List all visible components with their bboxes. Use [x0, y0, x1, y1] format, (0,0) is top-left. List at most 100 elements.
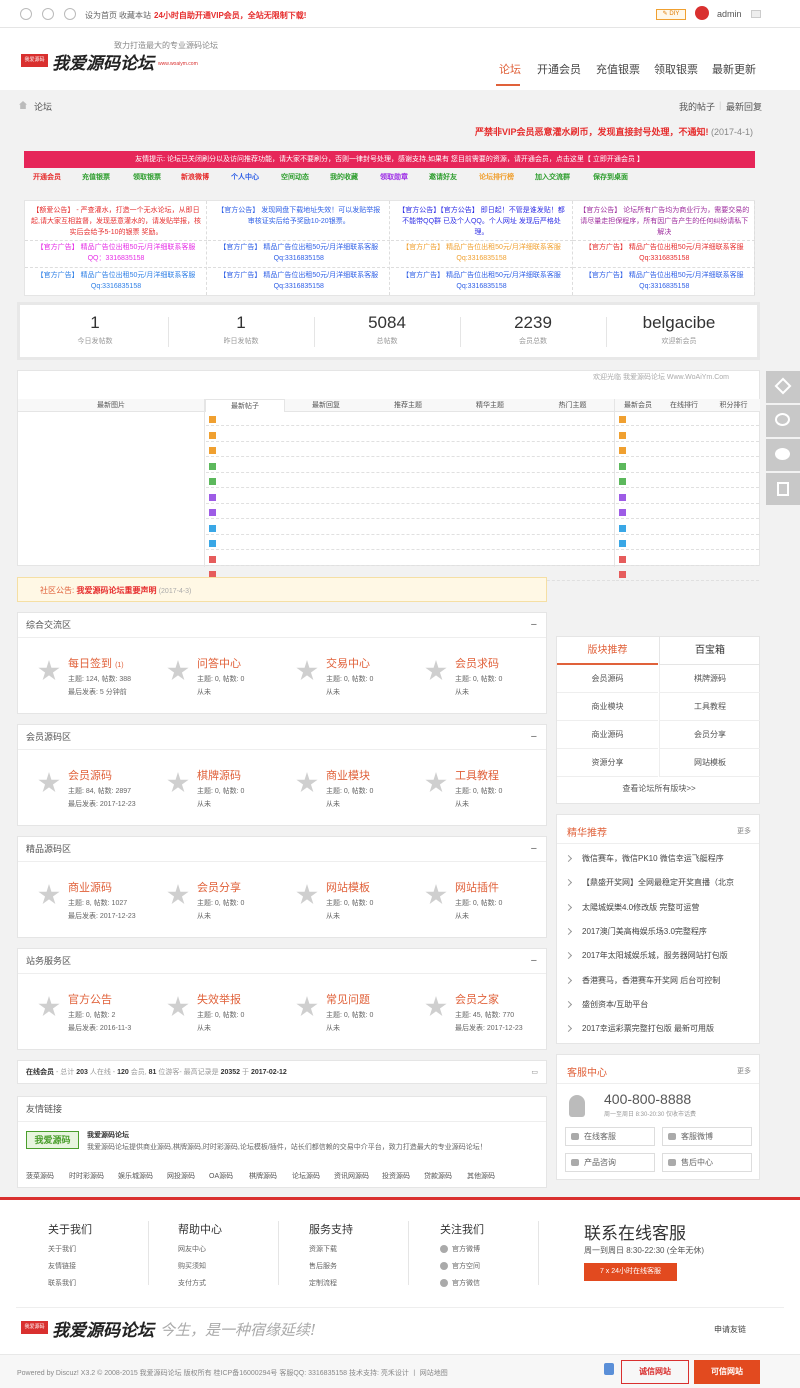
right-tab-2[interactable]: 在线排行 [661, 399, 707, 412]
forum-item[interactable]: 每日签到 (1) 主题: 124, 帖数: 388 最后发表: 5 分钟前 [18, 643, 147, 703]
forum-item[interactable]: 棋牌源码 主题: 0, 帖数: 0 从未 [147, 755, 276, 815]
mail-icon[interactable] [751, 10, 761, 18]
online-label[interactable]: 在线会员 [26, 1069, 54, 1076]
forum-name[interactable]: 商业模块 [326, 767, 370, 783]
category-header[interactable]: 精品源码区 − [18, 837, 546, 862]
view-all-forums-link[interactable]: 查看论坛所有版块>> [557, 783, 761, 794]
ad-link[interactable]: 【官方广告】 精品广告位出租50元/月洋细联系客服QQ：3316835158 [25, 242, 207, 264]
logo-badge[interactable]: 我爱源码 [21, 54, 48, 67]
forum-name[interactable]: 会员源码 [68, 767, 112, 783]
quick-link[interactable]: 领取勋章 [380, 172, 408, 182]
collapse-icon[interactable]: − [531, 837, 537, 862]
list-item[interactable] [616, 475, 759, 488]
featured-item[interactable]: 盛创资本/互助平台 [567, 999, 648, 1010]
ad-link[interactable]: 【官方广告】 精品广告位出租50元/月洋细联系客服Qq:3316835158 [208, 242, 390, 264]
list-item[interactable] [206, 413, 615, 426]
featured-item[interactable]: 2017澳门美高梅娱乐场3.0完整程序 [567, 926, 707, 937]
forum-name[interactable]: 会员求码 [455, 655, 499, 671]
favorite-link[interactable]: 收藏本站 [119, 10, 151, 21]
friend-link[interactable]: 娱乐城源码 [118, 1171, 153, 1181]
forum-item[interactable]: 官方公告 主题: 0, 帖数: 2 最后发表: 2016-11-3 [18, 979, 147, 1039]
avatar[interactable] [695, 6, 709, 20]
footer-link[interactable]: 友情链接 [48, 1261, 92, 1271]
featured-item[interactable]: 【鼎盛开奖网】全网最稳定开奖直播（北京 [567, 877, 734, 888]
category-header[interactable]: 会员源码区 − [18, 725, 546, 750]
quick-link[interactable]: 开通会员 [33, 172, 61, 182]
warning-banner[interactable]: 严禁非VIP会员恶意灌水刷币，发现直接封号处理，不通知! (2017-4-1) [475, 125, 753, 138]
forum-recommend-item[interactable]: 网站模板 [659, 749, 760, 777]
list-item[interactable] [206, 491, 615, 504]
forum-item[interactable]: 商业源码 主题: 8, 帖数: 1027 最后发表: 2017-12-23 [18, 867, 147, 927]
nav-latest[interactable]: 最新更新 [712, 61, 756, 77]
list-item[interactable] [616, 522, 759, 535]
forum-name[interactable]: 常见问题 [326, 991, 370, 1007]
friendly-tip-banner[interactable]: 友情提示: 论坛已关闭刷分以及访问推荐功能，请大家不要刷分，否则一律封号处理，感… [24, 151, 755, 168]
quick-link[interactable]: 保存到桌面 [593, 172, 628, 182]
featured-item[interactable]: 2017幸运彩票完整打包版 最新可用版 [567, 1023, 714, 1034]
forum-item[interactable]: 失效举报 主题: 0, 帖数: 0 从未 [147, 979, 276, 1039]
breadcrumb[interactable]: 论坛 [34, 100, 52, 113]
list-item[interactable] [206, 444, 615, 457]
friend-link[interactable]: 投资源码 [382, 1171, 410, 1181]
forum-recommend-item[interactable]: 会员分享 [659, 721, 760, 749]
footer-link[interactable]: 网友中心 [178, 1244, 222, 1254]
ad-link[interactable]: 【官方广告】 精品广告位出租50元/月洋细联系客服Qq:3316835158 [391, 242, 573, 264]
footer-link[interactable]: 定制流程 [309, 1278, 353, 1288]
featured-item[interactable]: 香港赛马，香港赛车开奖网 后台可控制 [567, 975, 720, 986]
tab-toolbox[interactable]: 百宝箱 [659, 637, 760, 665]
service-button[interactable]: 在线客服 [565, 1127, 655, 1146]
featured-item[interactable]: 太陽城娱樂4.0修改版 完整可运营 [567, 902, 699, 913]
list-item[interactable] [206, 475, 615, 488]
online-service-button[interactable]: 7 x 24小时在线客服 [584, 1263, 677, 1281]
qq-icon[interactable] [64, 8, 76, 20]
logo-text[interactable]: 我爱源码论坛 [52, 49, 154, 74]
vip-promo-link[interactable]: 24小时自助开通VIP会员，全站无限制下载! [154, 10, 306, 21]
tab-latest-images[interactable]: 最新图片 [18, 399, 204, 412]
list-item[interactable] [616, 429, 759, 442]
ad-link[interactable]: 【官方广告】 精品广告位出租50元/月洋细联系客服Qq:3316835158 [573, 242, 755, 264]
forum-item[interactable]: 会员源码 主题: 84, 帖数: 2897 最后发表: 2017-12-23 [18, 755, 147, 815]
footer-link[interactable]: 关于我们 [48, 1244, 92, 1254]
quick-link[interactable]: 论坛排行榜 [479, 172, 514, 182]
list-item[interactable] [616, 460, 759, 473]
friend-link[interactable]: 论坛源码 [292, 1171, 320, 1181]
ad-link[interactable]: 【官方广告】 精品广告位出租50元/月洋细联系客服Qq:3316835158 [208, 270, 390, 292]
service-button[interactable]: 客服微博 [662, 1127, 752, 1146]
footer-logo-badge[interactable]: 我爱源码 [21, 1321, 48, 1334]
featured-item[interactable]: 微信赛车，微信PK10 微信幸运飞艇程序 [567, 853, 724, 864]
footer-link[interactable]: 支付方式 [178, 1278, 222, 1288]
forum-item[interactable]: 会员分享 主题: 0, 帖数: 0 从未 [147, 867, 276, 927]
wechat-float-button[interactable] [766, 439, 800, 471]
right-tab-1[interactable]: 最新会员 [615, 399, 661, 412]
footer-link[interactable]: 购买须知 [178, 1261, 222, 1271]
friend-link[interactable]: 其他源码 [467, 1171, 495, 1181]
forum-item[interactable]: 会员求码 主题: 0, 帖数: 0 从未 [405, 643, 534, 703]
expand-icon[interactable]: ▭ [531, 1061, 538, 1085]
ad-link[interactable]: 【官方广告】 精品广告位出租50元/月洋细联系客服Qq:3316835158 [25, 270, 207, 292]
friend-link[interactable]: OA源码 [209, 1171, 233, 1181]
forum-recommend-item[interactable]: 工具教程 [659, 693, 760, 721]
featured-more-link[interactable]: 更多 [737, 826, 751, 836]
footer-link[interactable]: 售后服务 [309, 1261, 353, 1271]
username-link[interactable]: admin [717, 9, 742, 19]
ad-notice[interactable]: 【官方公告】 发现网盘下载地址失效！可以发贴举报 审核证实后给予奖励10-20银… [208, 205, 390, 227]
right-tab-3[interactable]: 积分排行 [707, 399, 760, 412]
forum-name[interactable]: 工具教程 [455, 767, 499, 783]
forum-name[interactable]: 商业源码 [68, 879, 112, 895]
forum-name[interactable]: 会员之家 [455, 991, 499, 1007]
friend-link[interactable]: 时时彩源码 [69, 1171, 104, 1181]
footer-link[interactable]: 官方微博 [440, 1244, 484, 1254]
forum-name[interactable]: 失效举报 [197, 991, 241, 1007]
service-button[interactable]: 产品咨询 [565, 1153, 655, 1172]
ad-link[interactable]: 【官方广告】 精品广告位出租50元/月洋细联系客服Qq:3316835158 [573, 270, 755, 292]
footer-link[interactable]: 联系我们 [48, 1278, 92, 1288]
list-item[interactable] [616, 568, 759, 581]
wechat-icon[interactable] [42, 8, 54, 20]
tab-2[interactable]: 最新回复 [285, 399, 367, 412]
friend-link[interactable]: 资讯网源码 [334, 1171, 369, 1181]
credible-site-badge[interactable]: 可信网站 [694, 1360, 760, 1384]
tab-1[interactable]: 最新帖子 [205, 399, 285, 412]
nav-receive[interactable]: 领取银票 [654, 61, 698, 77]
service-button[interactable]: 售后中心 [662, 1153, 752, 1172]
forum-item[interactable]: 问答中心 主题: 0, 帖数: 0 从未 [147, 643, 276, 703]
